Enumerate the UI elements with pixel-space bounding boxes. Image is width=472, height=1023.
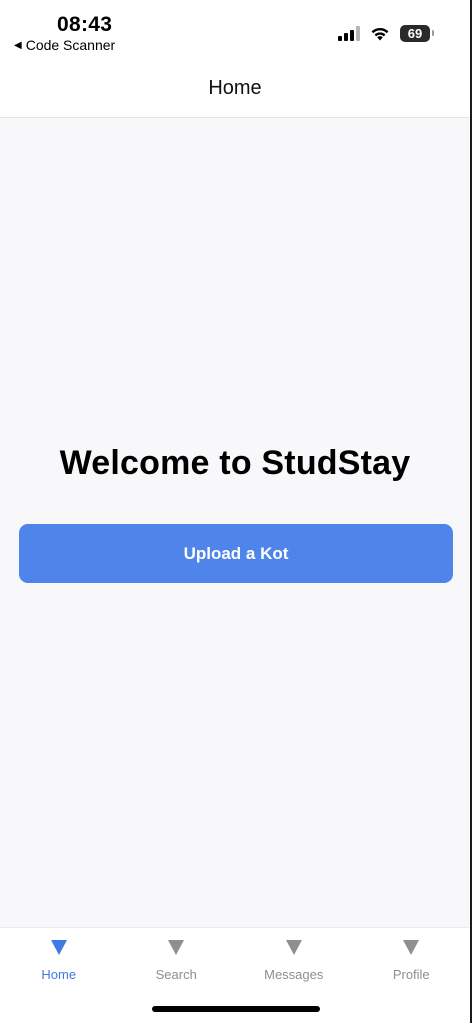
wifi-icon: [371, 27, 389, 41]
home-indicator: [152, 1006, 320, 1012]
app-screen: 08:43 ◀ Code Scanner 69 Home Welcome to …: [0, 0, 472, 1023]
status-time: 08:43: [57, 13, 113, 36]
upload-kot-button[interactable]: Upload a Kot: [19, 524, 453, 583]
tab-search-label: Search: [155, 967, 197, 982]
triangle-down-icon: [285, 940, 302, 955]
welcome-heading: Welcome to StudStay: [59, 444, 411, 482]
tab-messages-label: Messages: [264, 967, 324, 982]
tab-home[interactable]: Home: [0, 928, 118, 1023]
back-to-app-link[interactable]: ◀ Code Scanner: [14, 37, 115, 53]
tab-home-label: Home: [41, 967, 77, 982]
triangle-down-icon: [168, 940, 185, 955]
status-icons: 69: [338, 25, 434, 42]
triangle-down-icon: [50, 940, 67, 955]
navigation-header: Home: [0, 60, 470, 118]
status-bar: 08:43 ◀ Code Scanner 69: [0, 0, 470, 60]
tab-profile[interactable]: Profile: [353, 928, 471, 1023]
back-app-label: Code Scanner: [25, 37, 116, 53]
back-triangle-icon: ◀: [14, 39, 22, 51]
page-title: Home: [208, 77, 262, 99]
battery-indicator: 69: [400, 25, 434, 42]
cellular-signal-icon: [338, 26, 360, 41]
triangle-down-icon: [403, 940, 420, 955]
tab-profile-label: Profile: [392, 967, 430, 982]
